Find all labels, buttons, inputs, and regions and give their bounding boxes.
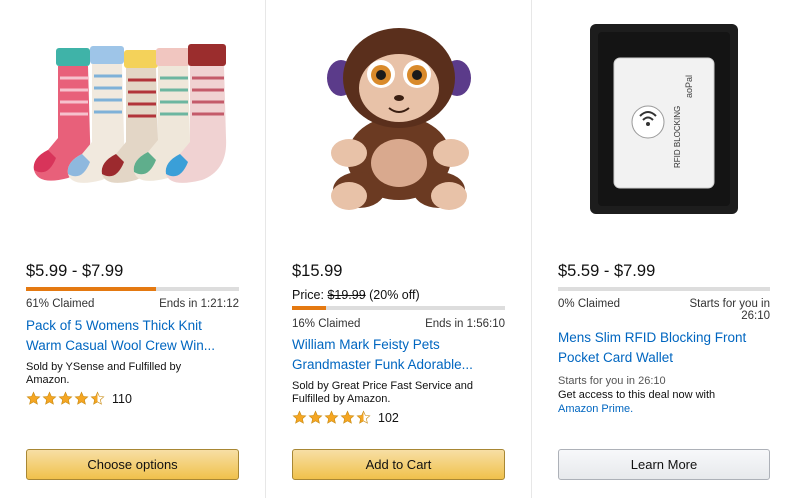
- star-icon: [26, 391, 41, 405]
- timer-line: 26:10: [741, 310, 770, 322]
- seller-info: Sold by YSense and Fulfilled by Amazon.: [26, 361, 239, 387]
- star-rating[interactable]: 110: [26, 391, 132, 406]
- product-title-link[interactable]: Mens Slim RFID Blocking Front Pocket Car…: [558, 328, 770, 368]
- stars: [292, 410, 372, 425]
- amazon-prime-link[interactable]: Amazon Prime.: [558, 402, 770, 416]
- claimed-percent: 16% Claimed: [292, 318, 361, 330]
- deal-card-wallet: RFID BLOCKING aoPal $5.59 - $7.99 0% Cla…: [531, 0, 796, 498]
- product-title-link[interactable]: Pack of 5 Womens Thick Knit Warm Casual …: [26, 316, 239, 356]
- learn-more-button[interactable]: Learn More: [558, 449, 770, 480]
- review-count[interactable]: 102: [378, 411, 399, 425]
- deal-meta: 16% Claimed Ends in 1:56:10: [292, 318, 505, 330]
- seller-info: Sold by Great Price Fast Service and Ful…: [292, 380, 505, 406]
- deal-timer: Ends in 1:56:10: [425, 318, 505, 330]
- deal-price: $5.99 - $7.99: [26, 262, 124, 280]
- deal-price: $5.59 - $7.99: [558, 262, 656, 280]
- price-detail: Price: $19.99 (20% off): [292, 287, 505, 303]
- review-count[interactable]: 110: [112, 392, 132, 406]
- title-line: Pocket Card Wallet: [558, 350, 674, 365]
- claimed-progress-fill: [26, 287, 156, 291]
- price-prefix: Price:: [292, 288, 328, 302]
- claimed-progress-bar: [26, 287, 239, 291]
- seller-line: Fulfilled by Amazon.: [292, 393, 391, 405]
- star-rating[interactable]: 102: [292, 410, 399, 425]
- star-icon: [90, 391, 105, 405]
- monkey-plush-image[interactable]: [292, 8, 505, 228]
- wallet-tag-text: RFID BLOCKING: [673, 106, 682, 168]
- timer-line: Starts for you in: [689, 298, 770, 310]
- discount: (20% off): [365, 288, 420, 302]
- title-line: Mens Slim RFID Blocking Front: [558, 330, 747, 345]
- title-line: William Mark Feisty Pets: [292, 337, 440, 352]
- rfid-wallet-image[interactable]: RFID BLOCKING aoPal: [558, 8, 770, 228]
- star-icon: [356, 410, 371, 424]
- title-line: Warm Casual Wool Crew Win...: [26, 338, 216, 353]
- deal-card-monkey: $15.99 Price: $19.99 (20% off) 16% Claim…: [265, 0, 531, 498]
- wool-socks-image[interactable]: [26, 8, 239, 228]
- deal-price: $15.99: [292, 262, 343, 280]
- star-icon: [340, 410, 355, 424]
- stars: [26, 391, 106, 406]
- claimed-progress-fill: [292, 306, 327, 310]
- star-icon: [74, 391, 89, 405]
- star-icon: [58, 391, 73, 405]
- seller-line: Amazon.: [26, 374, 70, 386]
- product-title-link[interactable]: William Mark Feisty Pets Grandmaster Fun…: [292, 335, 505, 375]
- prime-access-info: Starts for you in 26:10 Get access to th…: [558, 374, 770, 416]
- claimed-percent: 61% Claimed: [26, 298, 95, 310]
- seller-line: Sold by Great Price Fast Service and: [292, 380, 473, 392]
- title-line: Pack of 5 Womens Thick Knit: [26, 318, 202, 333]
- claimed-progress-bar: [558, 287, 770, 291]
- star-icon: [42, 391, 57, 405]
- claimed-progress-bar: [292, 306, 505, 310]
- claimed-percent: 0% Claimed: [558, 298, 620, 310]
- deal-meta: 61% Claimed Ends in 1:21:12: [26, 298, 239, 310]
- list-price: $19.99: [327, 288, 366, 302]
- star-icon: [308, 410, 323, 424]
- star-icon: [292, 410, 307, 424]
- choose-options-button[interactable]: Choose options: [26, 449, 239, 480]
- wallet-brand-text: aoPal: [684, 75, 694, 98]
- star-icon: [324, 410, 339, 424]
- deal-timer: Ends in 1:21:12: [159, 298, 239, 310]
- title-line: Grandmaster Funk Adorable...: [292, 357, 473, 372]
- seller-line: Sold by YSense and Fulfilled by: [26, 361, 182, 373]
- deal-card-socks: $5.99 - $7.99 61% Claimed Ends in 1:21:1…: [0, 0, 265, 498]
- starts-text: Starts for you in 26:10: [558, 375, 666, 387]
- add-to-cart-button[interactable]: Add to Cart: [292, 449, 505, 480]
- deal-timer: Starts for you in 26:10: [689, 298, 770, 322]
- access-text: Get access to this deal now with: [558, 389, 716, 401]
- deal-meta: 0% Claimed Starts for you in 26:10: [558, 298, 770, 322]
